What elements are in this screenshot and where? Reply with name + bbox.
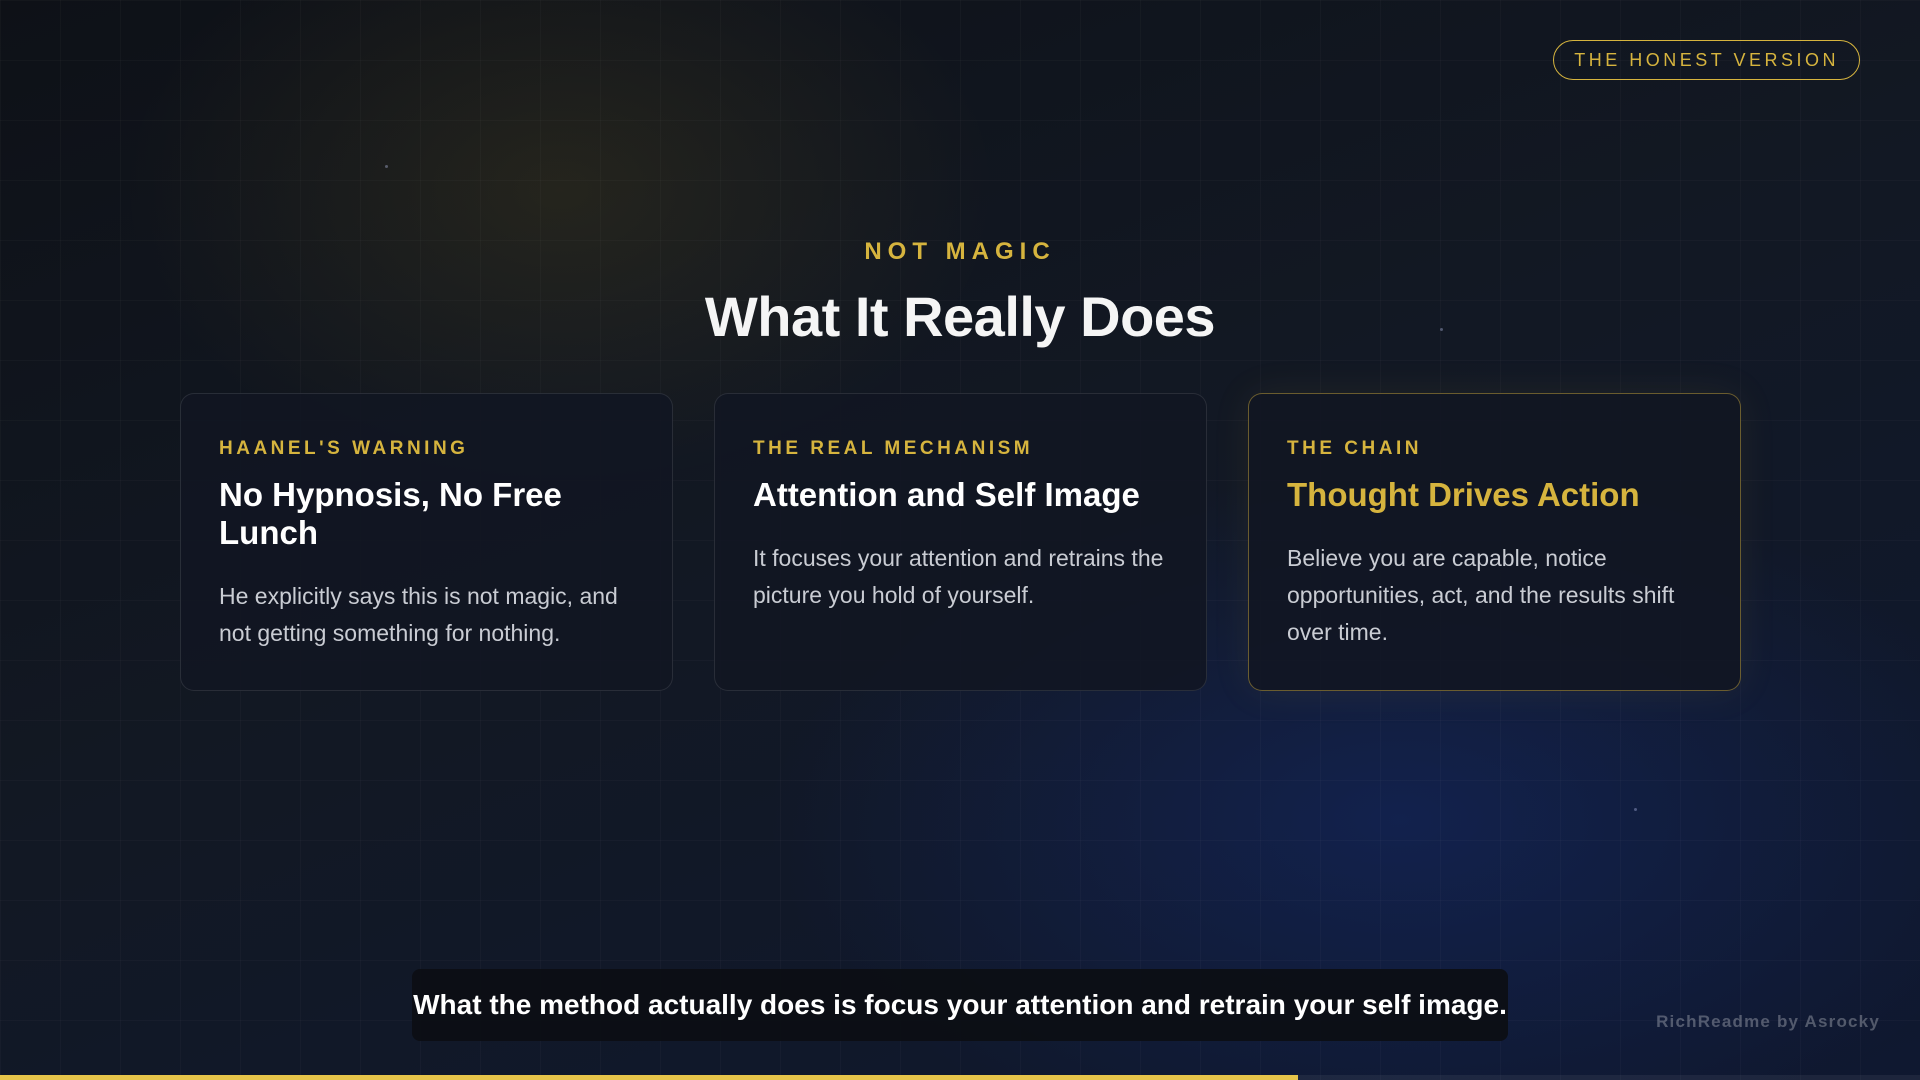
card-row: HAANEL'S WARNING No Hypnosis, No Free Lu… — [180, 393, 1741, 691]
progress-bar — [0, 1075, 1920, 1080]
card-label: THE REAL MECHANISM — [753, 438, 1034, 459]
card-body: It focuses your attention and retrains t… — [753, 545, 1164, 608]
card-body: Believe you are capable, notice opportun… — [1287, 545, 1675, 645]
card-real-mechanism: THE REAL MECHANISM Attention and Self Im… — [714, 393, 1207, 691]
section-badge: THE HONEST VERSION — [1553, 40, 1860, 80]
section-eyebrow: NOT MAGIC — [864, 238, 1056, 265]
progress-bar-fill — [0, 1075, 1298, 1080]
star-decoration — [385, 165, 388, 168]
card-body: He explicitly says this is not magic, an… — [219, 583, 618, 646]
card-the-chain: THE CHAIN Thought Drives Action Believe … — [1248, 393, 1741, 691]
card-label: THE CHAIN — [1287, 438, 1422, 459]
star-decoration — [1634, 808, 1637, 811]
card-haanels-warning: HAANEL'S WARNING No Hypnosis, No Free Lu… — [180, 393, 673, 691]
card-title: Thought Drives Action — [1287, 476, 1640, 513]
card-label: HAANEL'S WARNING — [219, 438, 469, 459]
subtitle-caption: What the method actually does is focus y… — [412, 969, 1508, 1041]
credit-watermark: RichReadme by Asrocky — [1656, 1012, 1880, 1031]
card-title: Attention and Self Image — [753, 476, 1140, 513]
page-title: What It Really Does — [704, 285, 1216, 348]
card-title: No Hypnosis, No Free Lunch — [219, 476, 562, 551]
